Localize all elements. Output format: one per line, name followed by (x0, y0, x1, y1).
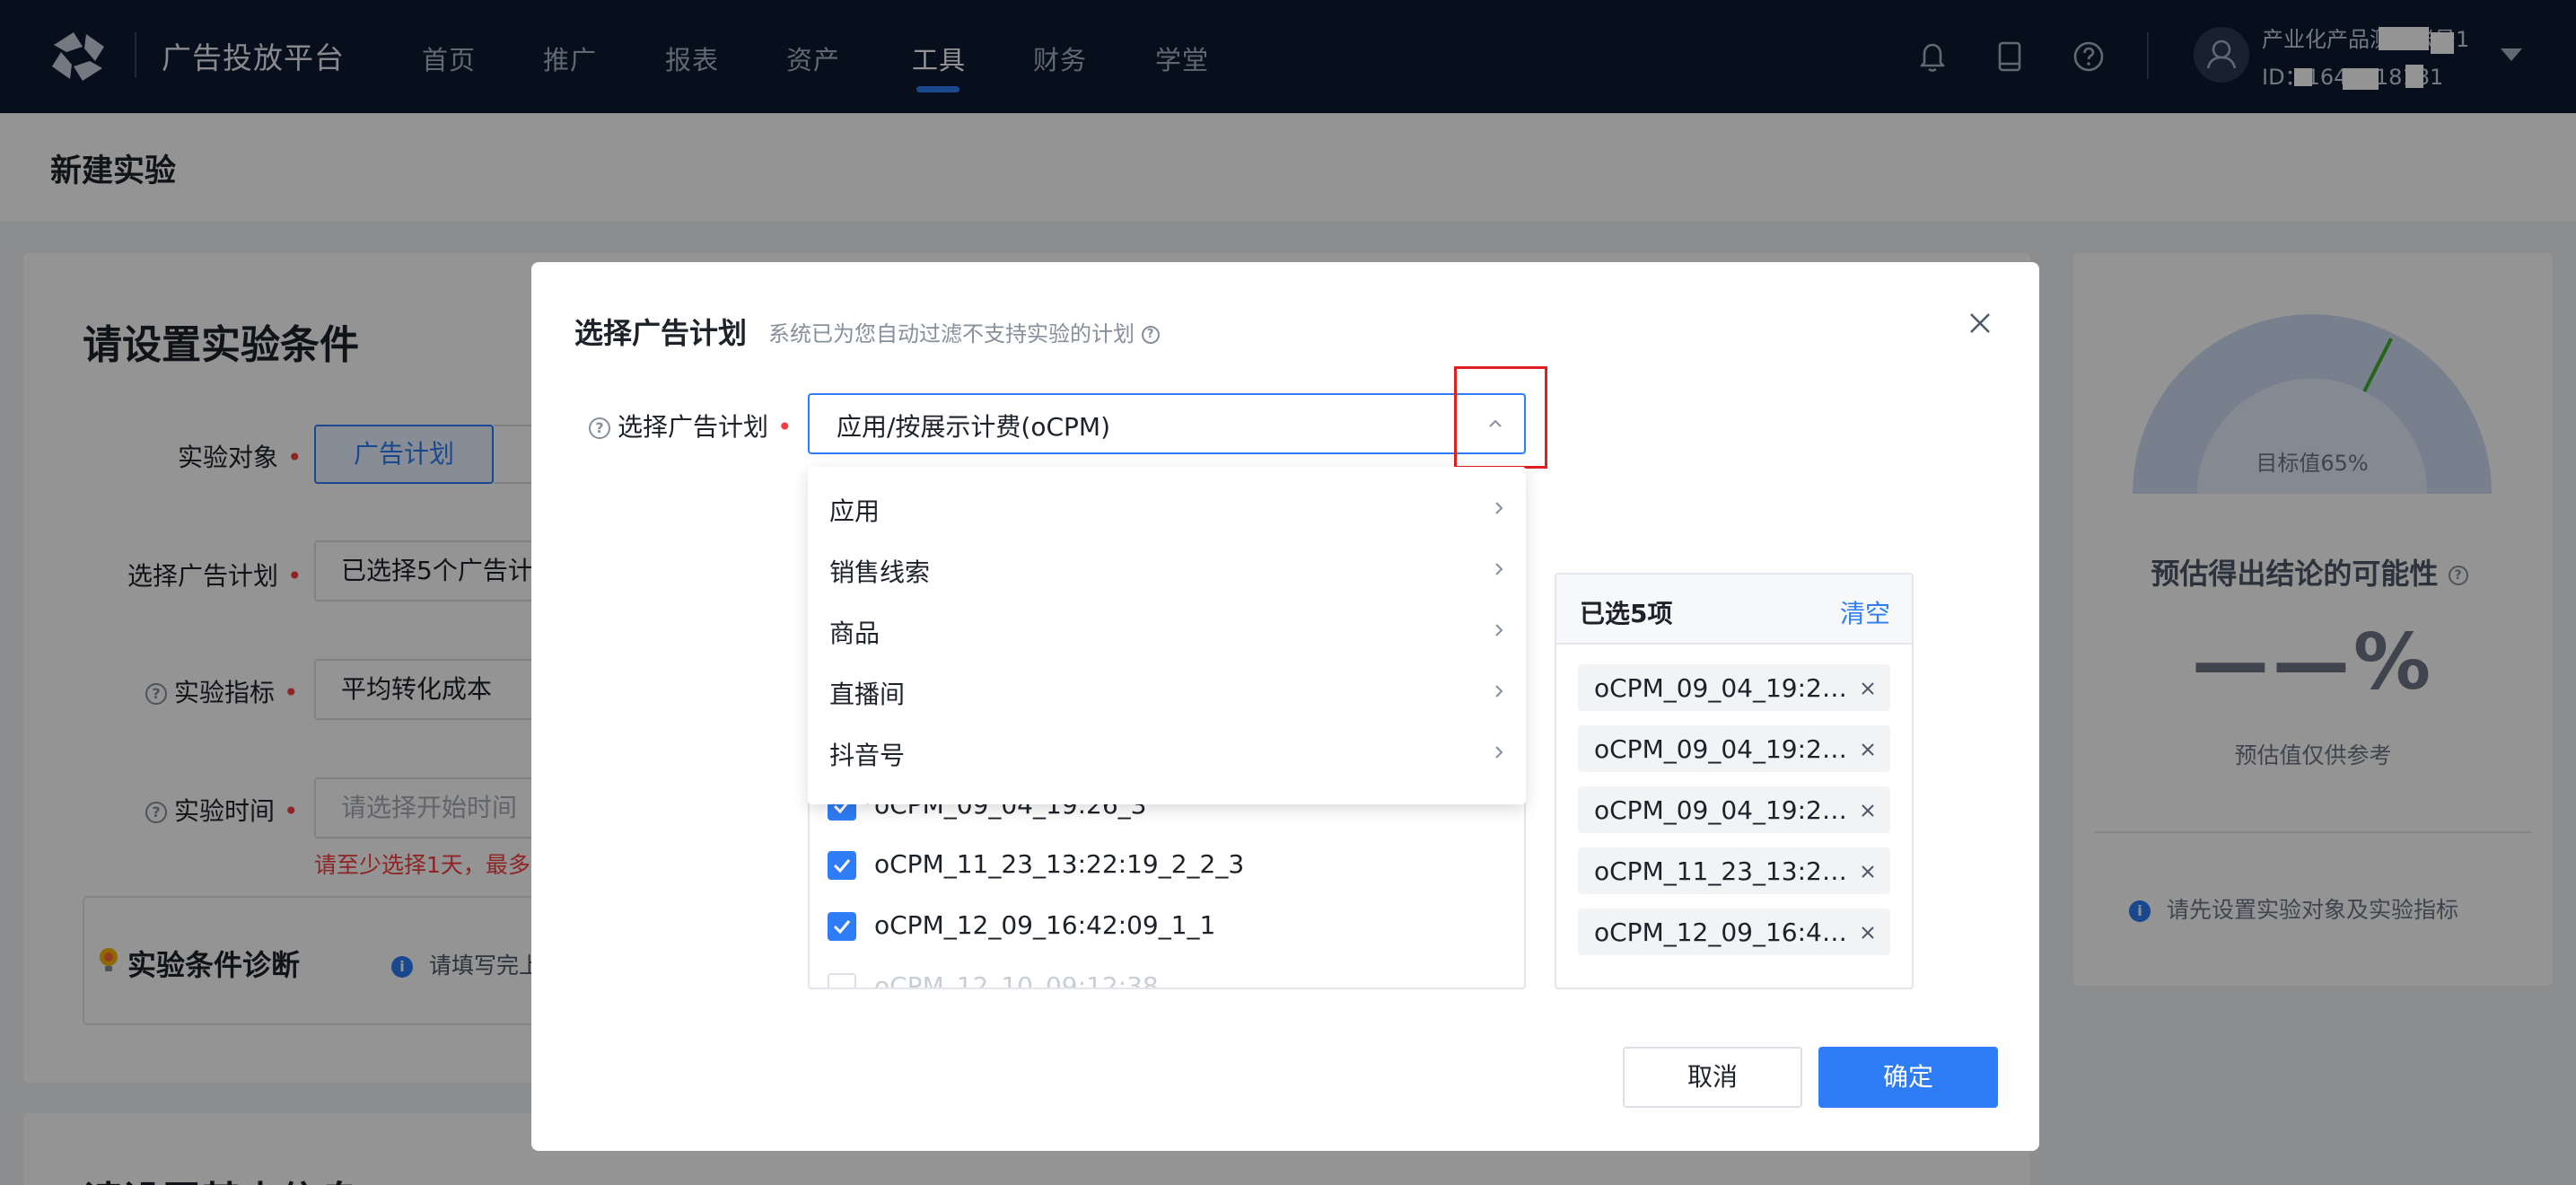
dropdown-item-app[interactable]: 应用 (829, 479, 1511, 533)
chevron-right-icon (1495, 685, 1503, 698)
list-item[interactable]: oCPM_12_09_16:42:09_1_1 (828, 900, 1510, 953)
selected-header: 已选5项 清空 (1556, 575, 1912, 645)
dropdown-item-live[interactable]: 直播间 (829, 663, 1511, 716)
selected-tag: oCPM_09_04_19:2… (1578, 725, 1890, 772)
close-icon[interactable] (1962, 305, 1998, 341)
selected-tag: oCPM_09_04_19:2… (1578, 786, 1890, 833)
checkbox-checked[interactable] (828, 851, 856, 880)
close-icon[interactable] (1860, 925, 1876, 941)
confirm-button[interactable]: 确定 (1818, 1047, 1998, 1108)
chevron-right-icon (1495, 746, 1503, 759)
plan-type-dropdown: 应用 销售线索 商品 直播间 抖音号 门店 (808, 467, 1526, 804)
checkbox-unchecked[interactable] (828, 973, 856, 988)
question-icon: ? (589, 417, 610, 439)
close-icon[interactable] (1860, 742, 1876, 758)
dropdown-item-douyin[interactable]: 抖音号 (829, 724, 1511, 777)
select-value: 应用/按展示计费(oCPM) (837, 412, 1111, 442)
list-item[interactable]: oCPM_11_23_13:22:19_2_2_3 (828, 838, 1510, 892)
list-item[interactable]: oCPM_12_10_09:12:38 (828, 961, 1510, 988)
chevron-right-icon (1495, 563, 1503, 575)
select-plan-label: ? 选择广告计划 • (589, 408, 793, 443)
checkbox-checked[interactable] (828, 912, 856, 941)
modal-subtitle: 系统已为您自动过滤不支持实验的计划 ? (768, 316, 1167, 347)
cancel-button[interactable]: 取消 (1623, 1047, 1802, 1108)
close-icon[interactable] (1860, 864, 1876, 880)
close-icon[interactable] (1860, 680, 1876, 697)
dropdown-item-store[interactable]: 门店 (829, 785, 1511, 804)
selected-count: 已选5项 (1580, 599, 1673, 628)
highlight-box (1454, 366, 1547, 469)
modal-title: 选择广告计划 (574, 316, 748, 350)
selected-tag: oCPM_09_04_19:2… (1578, 664, 1890, 711)
question-icon: ? (1141, 326, 1160, 344)
close-icon[interactable] (1860, 803, 1876, 819)
clear-button[interactable]: 清空 (1840, 594, 1890, 630)
selected-tag: oCPM_11_23_13:2… (1578, 847, 1890, 894)
chevron-right-icon (1495, 502, 1503, 514)
selected-tag: oCPM_12_09_16:4… (1578, 908, 1890, 955)
plan-type-select[interactable]: 应用/按展示计费(oCPM) (808, 393, 1526, 454)
dropdown-item-product[interactable]: 商品 (829, 601, 1511, 655)
chevron-right-icon (1495, 624, 1503, 636)
dropdown-item-leads[interactable]: 销售线索 (829, 540, 1511, 594)
